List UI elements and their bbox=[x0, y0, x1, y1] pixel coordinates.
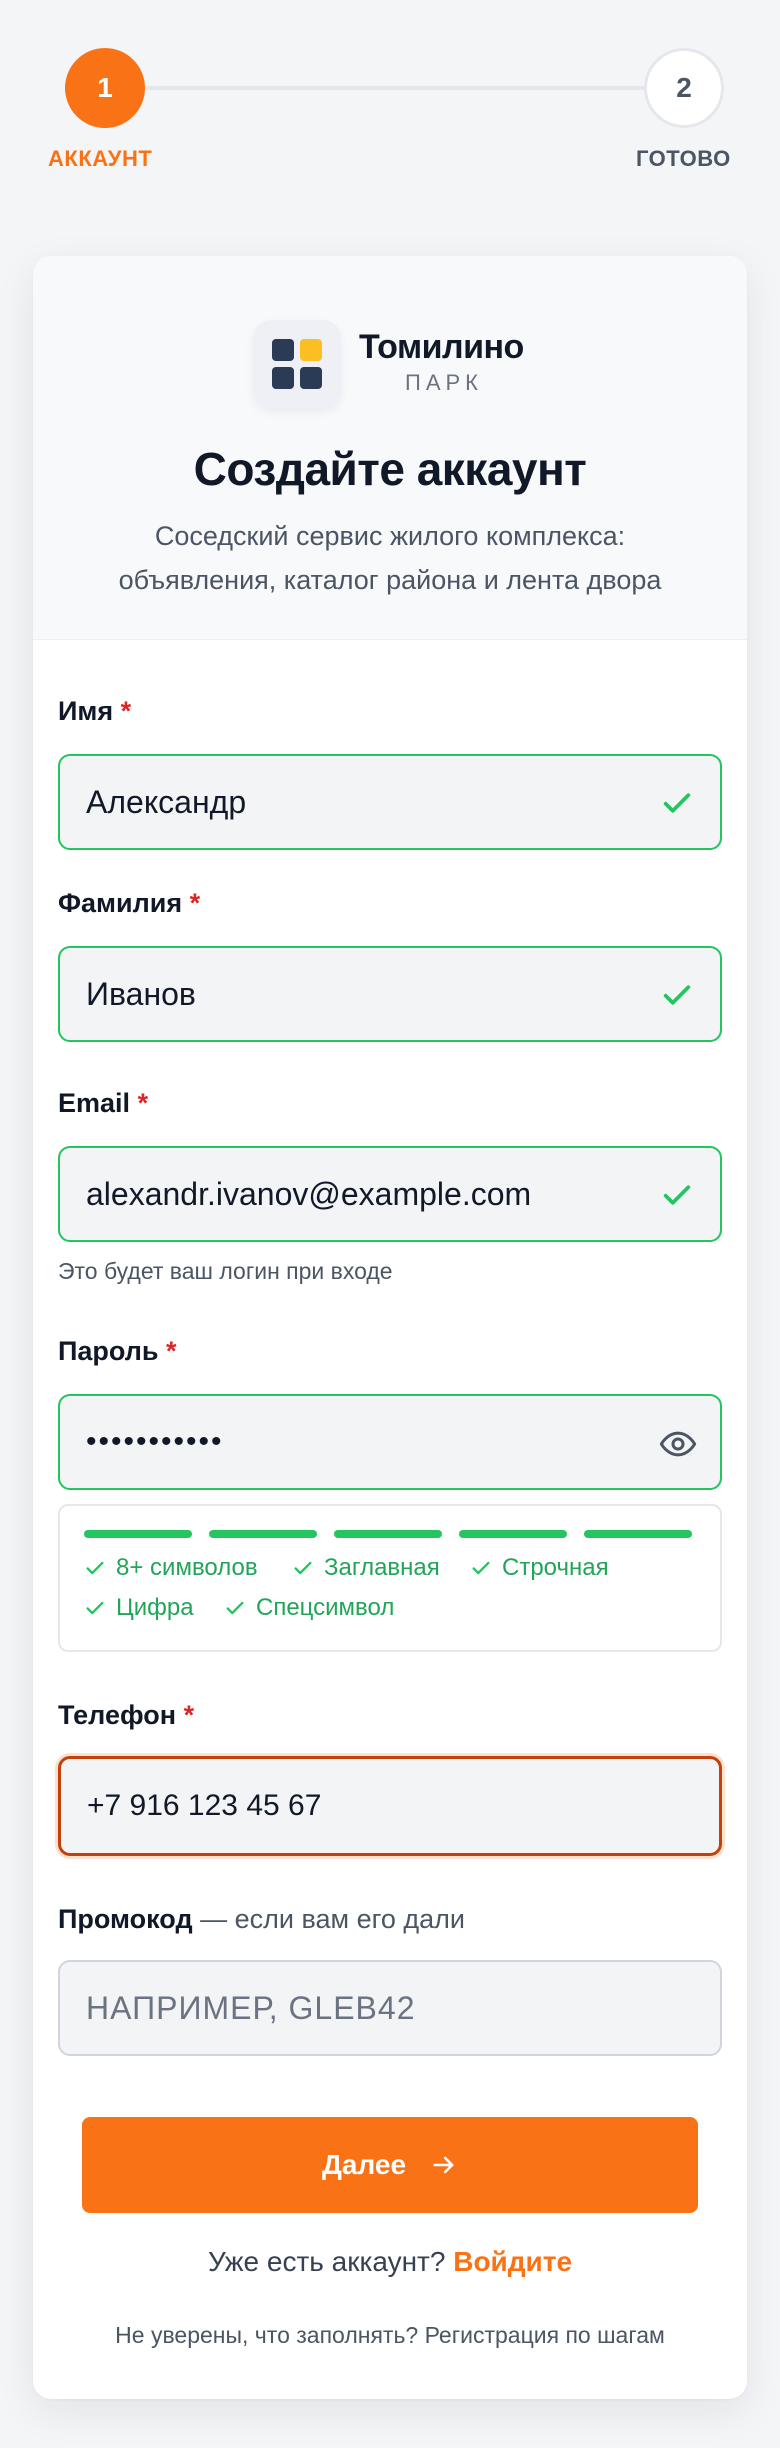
have-account-text: Уже есть аккаунт? bbox=[207, 2246, 446, 2277]
phone-input[interactable]: +7 916 123 45 67 bbox=[58, 1756, 722, 1856]
check-icon bbox=[663, 793, 691, 813]
page-description: Соседский сервис жилого комплекса: объяв… bbox=[118, 521, 662, 595]
check-icon bbox=[663, 985, 691, 1005]
email-help-text: Это будет ваш логин при входе bbox=[58, 1258, 393, 1284]
requirement-item: Цифра bbox=[84, 1594, 194, 1622]
login-prompt: Уже есть аккаунт? Войдите bbox=[0, 2246, 780, 2278]
next-button-label: Далее bbox=[321, 2149, 407, 2180]
password-strength-panel: 8+ символов Заглавная Строчная Цифра Спе… bbox=[58, 1504, 722, 1652]
strength-bar-segment bbox=[459, 1530, 567, 1538]
phone-value: +7 916 123 45 67 bbox=[87, 1789, 322, 1822]
password-label: Пароль * bbox=[58, 1336, 177, 1366]
strength-bar-segment bbox=[84, 1530, 192, 1538]
check-icon bbox=[226, 1601, 244, 1615]
next-button[interactable]: Далее bbox=[82, 2117, 698, 2213]
last-name-value: Иванов bbox=[86, 975, 196, 1012]
phone-label: Телефон * bbox=[58, 1700, 195, 1730]
requirement-item: Заглавная bbox=[292, 1554, 440, 1582]
email-label: Email * bbox=[58, 1088, 149, 1118]
step-2-indicator: 2 bbox=[644, 48, 724, 128]
check-icon bbox=[663, 1185, 691, 1205]
step-1-indicator: 1 bbox=[65, 48, 145, 128]
promo-label: Промокод — если вам его дали bbox=[58, 1904, 465, 1934]
strength-bar-segment bbox=[584, 1530, 692, 1538]
check-icon bbox=[86, 1601, 104, 1615]
card-header: Томилино ПАРК Создайте аккаунт Соседский… bbox=[33, 256, 747, 640]
stepper-line bbox=[105, 86, 685, 90]
first-name-label: Имя * bbox=[58, 696, 132, 726]
brand-subtitle: ПАРК bbox=[405, 370, 483, 395]
brand-name: Томилино bbox=[359, 328, 524, 366]
progress-stepper: 1 АККАУНТ 2 ГОТОВО bbox=[0, 0, 780, 200]
check-icon bbox=[294, 1561, 312, 1575]
grid-logo-icon bbox=[253, 320, 341, 408]
promo-placeholder: НАПРИМЕР, GLEB42 bbox=[86, 1989, 416, 2026]
first-name-input[interactable]: Александр bbox=[58, 754, 722, 850]
step-1-label: АККАУНТ bbox=[48, 146, 153, 171]
password-input[interactable]: ••••••••••• bbox=[58, 1394, 722, 1490]
promo-code-input[interactable]: НАПРИМЕР, GLEB42 bbox=[58, 1960, 722, 2056]
strength-bar-segment bbox=[334, 1530, 442, 1538]
eye-icon[interactable] bbox=[658, 1424, 698, 1464]
step-registration-note[interactable]: Не уверены, что заполнять? Регистрация п… bbox=[0, 2322, 780, 2349]
email-input[interactable]: alexandr.ivanov@example.com bbox=[58, 1146, 722, 1242]
strength-bar-segment bbox=[209, 1530, 317, 1538]
step-2-label: ГОТОВО bbox=[636, 146, 731, 171]
requirement-item: Строчная bbox=[470, 1554, 609, 1582]
first-name-value: Александр bbox=[86, 783, 247, 820]
login-link[interactable]: Войдите bbox=[453, 2246, 572, 2277]
registration-card: Томилино ПАРК Создайте аккаунт Соседский… bbox=[33, 256, 747, 2399]
last-name-label: Фамилия * bbox=[58, 888, 201, 918]
requirement-item: Спецсимвол bbox=[224, 1594, 394, 1622]
arrow-right-icon bbox=[433, 2156, 454, 2174]
check-icon bbox=[86, 1561, 104, 1575]
page-title: Создайте аккаунт bbox=[193, 443, 587, 495]
password-value: ••••••••••• bbox=[86, 1425, 224, 1458]
email-value: alexandr.ivanov@example.com bbox=[86, 1175, 532, 1212]
check-icon bbox=[472, 1561, 490, 1575]
requirement-item: 8+ символов bbox=[84, 1554, 258, 1582]
last-name-input[interactable]: Иванов bbox=[58, 946, 722, 1042]
